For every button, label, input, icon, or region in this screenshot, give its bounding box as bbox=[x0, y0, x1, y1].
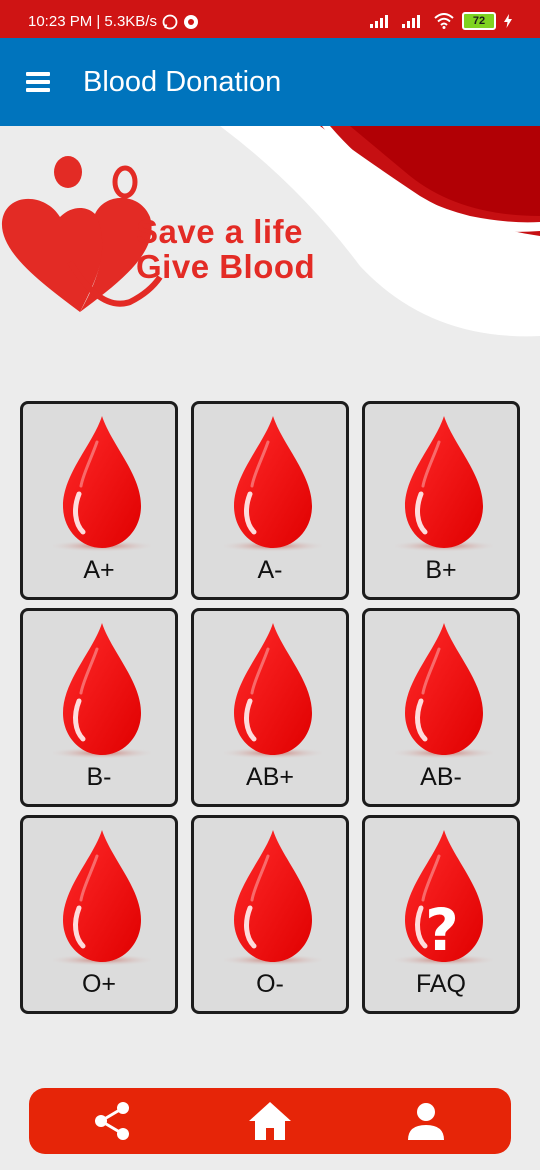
status-time: 10:23 PM | 5.3KB/s bbox=[28, 13, 157, 30]
tile-label: B+ bbox=[425, 556, 457, 584]
blood-group-tile-a-positive[interactable]: A+ bbox=[20, 401, 178, 600]
blood-drop-icon bbox=[53, 623, 151, 759]
blood-drop-icon bbox=[224, 830, 322, 966]
faq-tile[interactable]: ? FAQ bbox=[362, 815, 520, 1014]
signal-icon-2 bbox=[402, 15, 420, 28]
tile-label: A- bbox=[257, 556, 283, 584]
status-bar: 10:23 PM | 5.3KB/s 72 bbox=[0, 0, 540, 38]
blood-group-tile-ab-positive[interactable]: AB+ bbox=[191, 608, 349, 807]
blood-group-grid: A+ A- B+ B- AB+ AB- O+ O- ? FAQ bbox=[20, 401, 520, 1014]
faq-drop-icon: ? bbox=[395, 830, 493, 966]
app-title: Blood Donation bbox=[83, 66, 282, 98]
app-bar: Blood Donation bbox=[0, 38, 540, 126]
blood-group-tile-b-positive[interactable]: B+ bbox=[362, 401, 520, 600]
tile-label: O- bbox=[256, 970, 284, 998]
battery-indicator: 72 bbox=[462, 12, 496, 30]
blood-drop-icon bbox=[395, 416, 493, 552]
home-button[interactable] bbox=[247, 1098, 293, 1144]
share-button[interactable] bbox=[89, 1098, 135, 1144]
blood-group-tile-a-negative[interactable]: A- bbox=[191, 401, 349, 600]
hamburger-menu-icon[interactable] bbox=[26, 72, 50, 92]
blood-group-tile-ab-negative[interactable]: AB- bbox=[362, 608, 520, 807]
save-a-life-banner: Save a life Give Blood bbox=[0, 126, 540, 346]
blood-group-tile-o-positive[interactable]: O+ bbox=[20, 815, 178, 1014]
blood-drop-icon bbox=[224, 416, 322, 552]
share-icon bbox=[95, 1102, 129, 1140]
blood-drop-icon bbox=[53, 830, 151, 966]
tile-label: O+ bbox=[81, 970, 117, 998]
banner-line-1: Save a life bbox=[136, 213, 303, 250]
home-icon bbox=[249, 1102, 291, 1140]
app-notification-icon bbox=[183, 14, 198, 29]
status-right: 72 bbox=[370, 12, 512, 30]
charging-icon bbox=[504, 14, 512, 28]
whatsapp-icon bbox=[162, 14, 178, 29]
tile-label: AB+ bbox=[246, 763, 294, 791]
signal-icon bbox=[370, 15, 388, 28]
banner-slogan: Save a life Give Blood bbox=[136, 214, 315, 284]
tile-label: AB- bbox=[420, 763, 462, 791]
tile-label: B- bbox=[86, 763, 112, 791]
status-left: 10:23 PM | 5.3KB/s bbox=[28, 13, 199, 30]
blood-drop-icon bbox=[224, 623, 322, 759]
blood-drop-icon bbox=[53, 416, 151, 552]
bottom-navigation bbox=[29, 1088, 511, 1154]
tile-label: FAQ bbox=[415, 970, 466, 998]
question-mark-icon: ? bbox=[425, 896, 459, 964]
profile-button[interactable] bbox=[403, 1098, 449, 1144]
tile-label: A+ bbox=[83, 556, 115, 584]
wifi-icon bbox=[434, 13, 454, 29]
blood-drop-icon bbox=[395, 623, 493, 759]
blood-group-tile-o-negative[interactable]: O- bbox=[191, 815, 349, 1014]
profile-icon bbox=[408, 1103, 444, 1140]
banner-line-2: Give Blood bbox=[136, 248, 316, 285]
blood-group-tile-b-negative[interactable]: B- bbox=[20, 608, 178, 807]
